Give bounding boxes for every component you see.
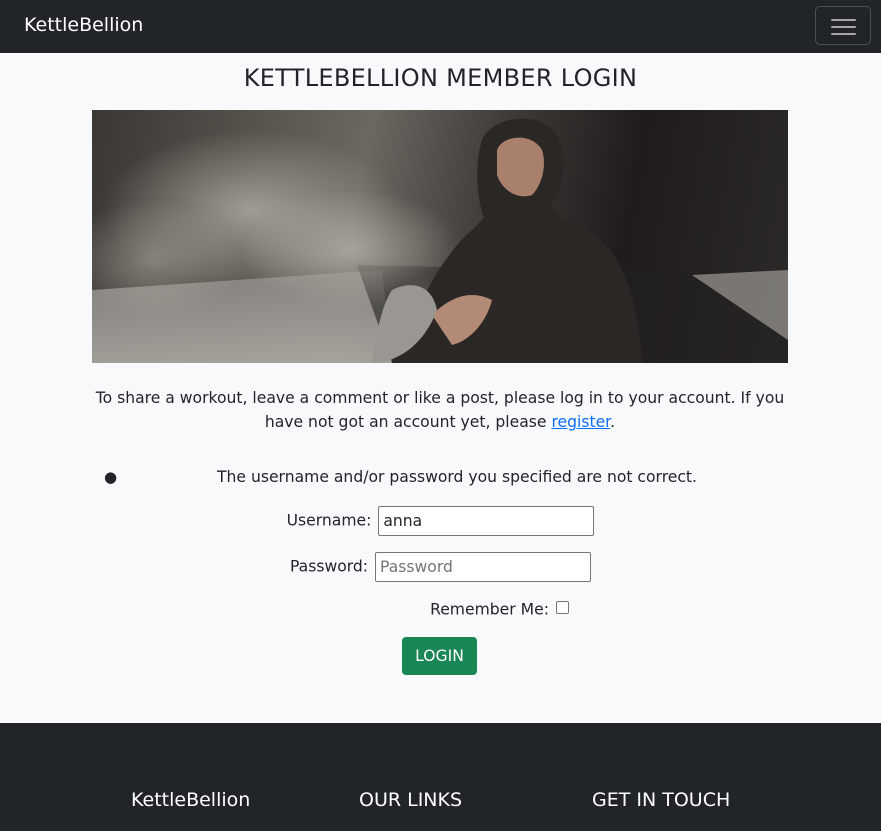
error-item: ● The username and/or password you speci… <box>92 465 788 489</box>
username-input[interactable] <box>378 505 595 536</box>
password-row: Password: <box>0 551 881 582</box>
remember-me-checkbox[interactable] <box>555 601 569 614</box>
remember-row: Remember Me: <box>59 594 881 625</box>
username-row: Username: <box>0 505 881 536</box>
login-intro-text: To share a workout, leave a comment or l… <box>95 389 785 431</box>
login-button[interactable]: LOGIN <box>402 637 477 675</box>
navbar-toggle-button[interactable] <box>815 6 871 45</box>
username-label: Username: <box>286 511 372 530</box>
form-error-list: ● The username and/or password you speci… <box>92 465 788 489</box>
footer-contact-heading: GET IN TOUCH <box>592 789 731 811</box>
hamburger-icon <box>831 19 856 21</box>
navbar-brand[interactable]: KettleBellion <box>24 12 143 38</box>
footer-brand-heading: KettleBellion <box>131 789 251 811</box>
footer-links-heading: OUR LINKS <box>359 789 463 811</box>
bullet-icon: ● <box>104 468 118 486</box>
register-link[interactable]: register <box>551 413 610 431</box>
password-label: Password: <box>289 557 369 576</box>
hero-image <box>92 110 788 363</box>
password-input[interactable] <box>375 551 592 582</box>
top-navbar: KettleBellion <box>0 0 881 53</box>
page-title: KETTLEBELLION MEMBER LOGIN <box>243 64 638 92</box>
remember-me-label: Remember Me: <box>430 600 549 619</box>
footer: KettleBellion OUR LINKS GET IN TOUCH <box>0 723 881 831</box>
